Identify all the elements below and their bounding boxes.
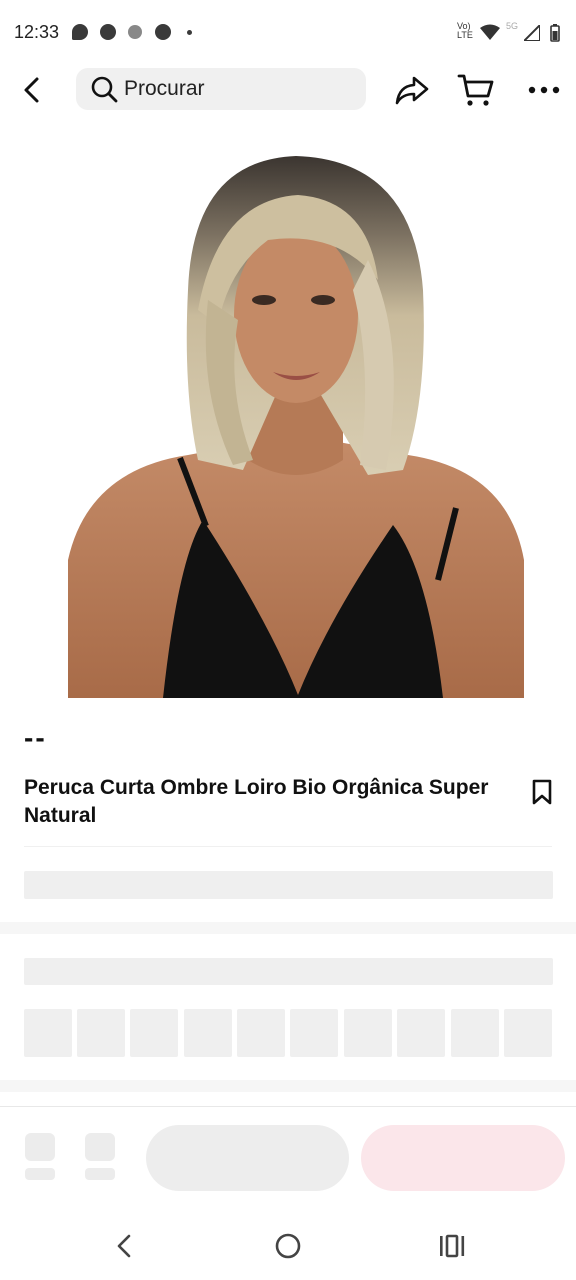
nav-recents-icon (440, 1234, 465, 1258)
loading-skeleton-cell (184, 1009, 232, 1057)
product-price: -- (24, 722, 47, 753)
loading-skeleton-cell (504, 1009, 552, 1057)
loading-skeleton-bar (24, 958, 553, 985)
chat-label-placeholder (85, 1168, 115, 1180)
facebook-notification-icon (100, 24, 116, 40)
chat-notification-icon (72, 24, 88, 40)
nav-home-icon (275, 1233, 301, 1259)
back-arrow-icon (24, 77, 39, 103)
more-options-button[interactable] (522, 70, 566, 110)
back-button[interactable] (14, 72, 50, 108)
system-back-button[interactable] (106, 1228, 142, 1264)
product-title: Peruca Curta Ombre Loiro Bio Orgânica Su… (24, 776, 489, 827)
search-icon (91, 76, 118, 103)
loading-skeleton-cell (451, 1009, 499, 1057)
signal-label: 5G (506, 21, 519, 31)
status-time: 12:33 (14, 22, 60, 42)
add-to-cart-button[interactable] (146, 1125, 349, 1191)
cart-button[interactable] (456, 70, 496, 110)
facebook-notification-icon-2 (155, 24, 171, 40)
loading-skeleton-cell (77, 1009, 125, 1057)
section-separator (0, 922, 576, 934)
status-bar: 12:33 Vo) LTE 5G (0, 0, 576, 66)
loading-skeleton-cell (290, 1009, 338, 1057)
share-button[interactable] (392, 70, 432, 110)
bookmark-icon (532, 779, 552, 805)
chat-icon-placeholder[interactable] (85, 1133, 115, 1161)
more-notifications-icon (187, 30, 192, 35)
loading-skeleton-cell (130, 1009, 178, 1057)
nav-back-icon (117, 1234, 131, 1258)
store-label-placeholder (25, 1168, 55, 1180)
system-home-button[interactable] (270, 1228, 306, 1264)
loading-skeleton-cell (344, 1009, 392, 1057)
store-icon-placeholder[interactable] (25, 1133, 55, 1161)
share-icon (395, 76, 429, 105)
loading-skeleton-cell (397, 1009, 445, 1057)
battery-icon (550, 24, 560, 42)
divider (24, 846, 552, 847)
wifi-icon (480, 24, 500, 40)
search-placeholder: Procurar (124, 77, 205, 100)
bookmark-button[interactable] (528, 776, 556, 808)
loading-skeleton-bar (24, 871, 553, 899)
app-notification-icon (128, 25, 142, 39)
product-image[interactable] (68, 140, 524, 698)
signal-icon (524, 25, 540, 41)
cart-icon (457, 74, 494, 106)
system-recents-button[interactable] (434, 1228, 470, 1264)
loading-skeleton-cell (24, 1009, 72, 1057)
loading-skeleton-cell (237, 1009, 285, 1057)
section-separator (0, 1080, 576, 1092)
network-label: Vo) LTE (457, 21, 473, 40)
buy-now-button[interactable] (361, 1125, 565, 1191)
more-icon (528, 86, 560, 94)
search-bar[interactable]: Procurar (76, 68, 366, 110)
